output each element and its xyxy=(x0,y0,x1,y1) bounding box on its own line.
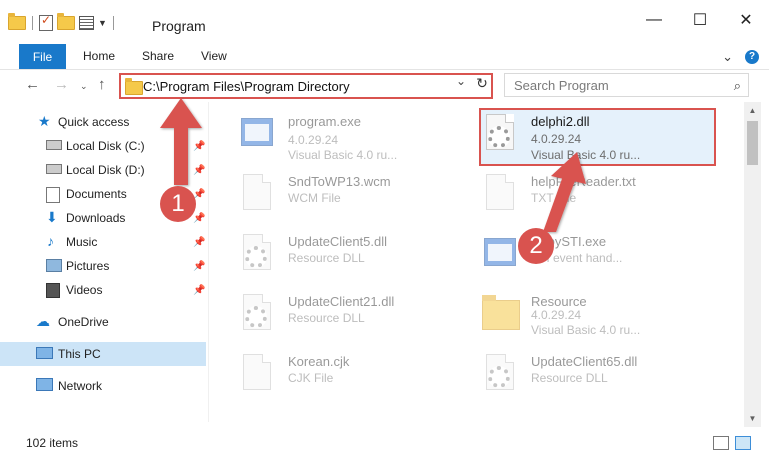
search-icon: ⌕ xyxy=(733,78,741,93)
callout-1: 1 xyxy=(160,186,196,222)
recent-locations-icon[interactable]: ⌄ xyxy=(80,81,88,92)
file-item-copysti[interactable]: CopySTI.exe STI event hand... xyxy=(480,228,720,286)
tab-share[interactable]: Share xyxy=(142,44,174,69)
videos-icon xyxy=(46,283,60,298)
file-list: program.exe 4.0.29.24 Visual Basic 4.0 r… xyxy=(209,102,744,422)
computer-icon xyxy=(36,347,53,359)
sidebar-item-music[interactable]: ♪ Music 📌 xyxy=(0,230,206,254)
item-count: 102 items xyxy=(26,436,79,450)
window-controls: — ☐ ✕ xyxy=(631,0,769,40)
tab-home[interactable]: Home xyxy=(83,44,115,69)
cloud-icon: ☁ xyxy=(36,313,50,329)
file-item-korean-cjk[interactable]: Korean.cjk CJK File xyxy=(237,348,477,406)
file-item-delphi2-dll[interactable]: delphi2.dll 4.0.29.24 Visual Basic 4.0 r… xyxy=(480,108,720,166)
pin-icon[interactable]: 📌 xyxy=(193,165,205,176)
star-icon: ★ xyxy=(38,113,51,129)
large-icons-view-icon[interactable] xyxy=(735,436,751,450)
close-button[interactable]: ✕ xyxy=(723,0,769,40)
forward-arrow-icon[interactable]: → xyxy=(54,76,69,93)
pin-icon[interactable]: 📌 xyxy=(193,237,205,248)
expand-ribbon-icon[interactable]: ⌄ xyxy=(722,49,733,65)
minimize-button[interactable]: — xyxy=(631,0,677,40)
dll-icon xyxy=(237,234,277,278)
folder-icon xyxy=(8,13,26,30)
address-path-text: C:\Program Files\Program Directory xyxy=(143,79,350,94)
sidebar-item-onedrive[interactable]: ☁ OneDrive xyxy=(0,310,206,334)
help-icon[interactable]: ? xyxy=(745,50,759,64)
tab-file[interactable]: File xyxy=(19,44,66,69)
pin-icon[interactable]: 📌 xyxy=(193,213,205,224)
downloads-icon: ⬇ xyxy=(46,209,58,225)
navigation-pane: ★ Quick access Local Disk (C:) 📌 Local D… xyxy=(0,108,208,428)
toolbar-separator xyxy=(32,16,33,30)
search-placeholder: Search Program xyxy=(514,78,609,93)
network-icon xyxy=(36,378,53,391)
file-item-helpfilereader[interactable]: helpFileReader.txt TXT File xyxy=(480,168,720,226)
file-icon xyxy=(480,174,520,218)
pin-icon[interactable]: 📌 xyxy=(193,141,205,152)
sidebar-item-local-disk-c[interactable]: Local Disk (C:) 📌 xyxy=(0,134,206,158)
file-item-resource[interactable]: Resource 4.0.29.24 Visual Basic 4.0 ru..… xyxy=(480,288,720,346)
chevron-down-icon[interactable]: ⌄ xyxy=(456,74,466,88)
sidebar-item-quick-access[interactable]: ★ Quick access xyxy=(0,110,206,134)
drive-icon xyxy=(46,164,62,174)
details-view-icon[interactable] xyxy=(713,436,729,450)
scrollbar-thumb[interactable] xyxy=(747,121,758,165)
status-bar: 102 items xyxy=(0,428,769,465)
file-item-updateclient5[interactable]: UpdateClient5.dll Resource DLL xyxy=(237,228,477,286)
toolbar-separator xyxy=(112,16,114,30)
ribbon: File Home Share View ⌄ ? xyxy=(0,40,769,70)
music-icon: ♪ xyxy=(47,233,54,249)
sidebar-item-pictures[interactable]: Pictures 📌 xyxy=(0,254,206,278)
callout-2: 2 xyxy=(518,228,554,264)
sidebar-item-videos[interactable]: Videos 📌 xyxy=(0,278,206,302)
ribbon-controls: ⌄ ? xyxy=(722,49,759,65)
file-icon xyxy=(237,174,277,218)
documents-icon xyxy=(46,187,60,203)
scroll-up-icon[interactable]: ▲ xyxy=(744,102,761,119)
refresh-icon[interactable]: ↻ xyxy=(472,75,492,97)
folder-icon xyxy=(125,78,143,95)
up-arrow-icon[interactable]: ↑ xyxy=(98,76,106,93)
address-bar-row: ← → ⌄ ↑ C:\Program Files\Program Directo… xyxy=(0,70,769,102)
exe-icon xyxy=(480,234,520,278)
dll-icon xyxy=(237,294,277,338)
file-item-updateclient65[interactable]: UpdateClient65.dll Resource DLL xyxy=(480,348,720,406)
address-path: C:\Program Files\Program Directory xyxy=(123,75,471,97)
folder-icon xyxy=(480,294,520,338)
sidebar-item-local-disk-d[interactable]: Local Disk (D:) 📌 xyxy=(0,158,206,182)
chevron-down-icon[interactable]: ▼ xyxy=(98,18,107,28)
new-folder-icon[interactable] xyxy=(57,13,75,30)
pictures-icon xyxy=(46,259,62,272)
pin-icon[interactable]: 📌 xyxy=(193,285,205,296)
drive-icon xyxy=(46,140,62,150)
file-icon xyxy=(237,354,277,398)
sidebar-item-this-pc[interactable]: This PC xyxy=(0,342,206,366)
file-item-updateclient21[interactable]: UpdateClient21.dll Resource DLL xyxy=(237,288,477,346)
vertical-scrollbar[interactable]: ▲ ▼ xyxy=(744,102,761,427)
maximize-button[interactable]: ☐ xyxy=(677,0,723,40)
view-toggle xyxy=(713,436,751,450)
title-bar: ▼ Program — ☐ ✕ xyxy=(0,0,769,40)
dll-icon xyxy=(480,114,520,158)
scroll-down-icon[interactable]: ▼ xyxy=(744,410,761,427)
sidebar-item-network[interactable]: Network xyxy=(0,374,206,398)
customize-icon[interactable] xyxy=(79,16,94,30)
file-item-program-exe[interactable]: program.exe 4.0.29.24 Visual Basic 4.0 r… xyxy=(237,108,477,166)
file-item-sndtowp13[interactable]: SndToWP13.wcm WCM File xyxy=(237,168,477,226)
quick-access-toolbar: ▼ xyxy=(8,13,116,33)
tab-view[interactable]: View xyxy=(201,44,227,69)
search-input[interactable]: Search Program ⌕ xyxy=(504,73,749,97)
exe-icon xyxy=(237,114,277,158)
pin-icon[interactable]: 📌 xyxy=(193,261,205,272)
window-title: Program xyxy=(152,18,206,34)
back-arrow-icon[interactable]: ← xyxy=(25,76,40,93)
dll-icon xyxy=(480,354,520,398)
properties-icon[interactable] xyxy=(39,13,53,31)
